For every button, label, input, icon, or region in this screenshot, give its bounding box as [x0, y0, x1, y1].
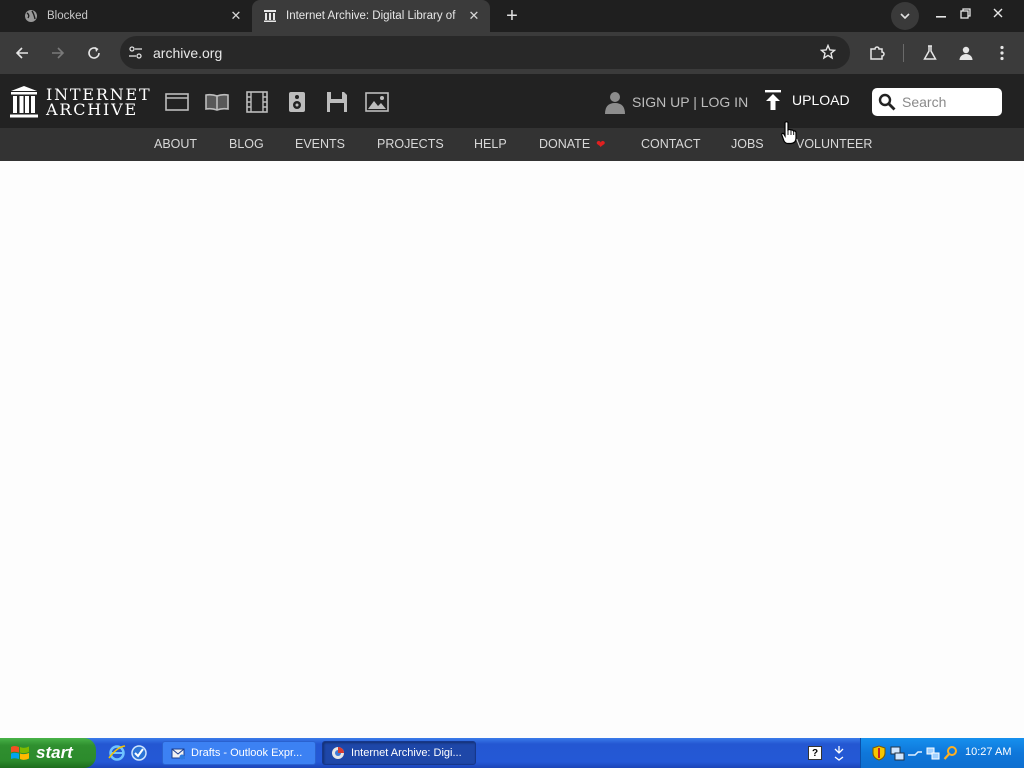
site-info-icon[interactable] [128, 45, 143, 65]
chevron-down-icon [900, 13, 910, 19]
sign-up-login-link[interactable]: SIGN UP | LOG IN [604, 90, 748, 114]
back-button[interactable] [10, 41, 34, 65]
taskbar: start Drafts - Outlook Expr... Internet … [0, 738, 1024, 768]
tab-strip: Blocked ✕ Internet Archive: Digital Libr… [0, 0, 1024, 32]
logo-line-archive: ARCHIVE [46, 100, 138, 119]
new-tab-button[interactable]: + [500, 4, 524, 28]
ia-nav-bar: ABOUT BLOG EVENTS PROJECTS HELP DONATE ❤… [0, 128, 1024, 161]
tab-title: Blocked [47, 10, 88, 22]
extensions-button[interactable] [865, 41, 889, 65]
security-shield-icon[interactable] [871, 745, 887, 761]
language-icon[interactable] [830, 744, 848, 762]
taskbar-item-internet-archive[interactable]: Internet Archive: Digi... [322, 741, 476, 765]
clock: 10:27 AM [965, 746, 1012, 758]
ia-search-box[interactable] [872, 88, 1002, 116]
cable-icon[interactable] [907, 745, 923, 761]
minimize-icon [936, 16, 946, 18]
profile-icon [959, 46, 973, 60]
sign-up-login-label: SIGN UP | LOG IN [632, 94, 749, 110]
kebab-menu-icon [1000, 45, 1004, 61]
tab-title: Internet Archive: Digital Library of [286, 10, 456, 22]
toolbar-divider [903, 44, 904, 62]
browser-toolbar: archive.org [0, 32, 1024, 74]
user-icon [605, 92, 625, 114]
page-content-area [0, 161, 1024, 738]
tab-search-button[interactable] [891, 2, 919, 30]
restore-icon [959, 7, 971, 19]
flask-icon [923, 45, 937, 60]
taskbar-item-label: Drafts - Outlook Expr... [191, 747, 303, 759]
nav-contact[interactable]: CONTACT [641, 137, 701, 151]
outlook-quicklaunch-icon[interactable] [130, 744, 148, 762]
video-icon[interactable] [244, 90, 270, 114]
globe-icon [24, 9, 38, 23]
texts-icon[interactable] [204, 90, 230, 114]
taskbar-item-outlook[interactable]: Drafts - Outlook Expr... [162, 741, 316, 765]
nav-jobs[interactable]: JOBS [731, 137, 764, 151]
ia-logo-text: INTERNET ARCHIVE [46, 87, 151, 119]
upload-icon [765, 90, 781, 110]
system-tray: 10:27 AM [860, 738, 1024, 768]
search-input[interactable] [902, 94, 998, 110]
tab-blocked[interactable]: Blocked ✕ [12, 0, 252, 32]
nav-donate-label: DONATE [539, 137, 591, 151]
nav-blog[interactable]: BLOG [229, 137, 264, 151]
reload-icon [88, 47, 100, 59]
media-type-icons [164, 90, 404, 114]
hand-cursor-icon [781, 121, 797, 145]
profile-button[interactable] [954, 41, 978, 65]
nav-events[interactable]: EVENTS [295, 137, 345, 151]
outlook-drafts-icon [171, 746, 185, 760]
network-icon[interactable] [889, 745, 905, 761]
browser-app-icon [331, 746, 345, 760]
arrow-right-icon [52, 47, 65, 59]
bookmark-star-icon[interactable] [819, 43, 837, 65]
nav-volunteer[interactable]: VOLUNTEER [796, 137, 872, 151]
nav-help[interactable]: HELP [474, 137, 507, 151]
reload-button[interactable] [82, 41, 106, 65]
images-icon[interactable] [364, 90, 390, 114]
close-window-button[interactable] [985, 2, 1011, 24]
taskbar-item-label: Internet Archive: Digi... [351, 747, 462, 759]
start-button[interactable]: start [0, 738, 96, 768]
nav-about[interactable]: ABOUT [154, 137, 197, 151]
archive-building-icon [10, 86, 38, 118]
help-icon[interactable]: ? [808, 746, 822, 760]
menu-button[interactable] [990, 41, 1014, 65]
audio-icon[interactable] [284, 90, 310, 114]
minimize-button[interactable] [928, 2, 954, 24]
url-text[interactable]: archive.org [153, 45, 222, 61]
nav-projects[interactable]: PROJECTS [377, 137, 444, 151]
puzzle-icon [870, 46, 885, 60]
ie-quicklaunch-icon[interactable] [108, 744, 126, 762]
labs-button[interactable] [918, 41, 942, 65]
heart-icon: ❤ [596, 138, 606, 151]
tab-internet-archive[interactable]: Internet Archive: Digital Library of ✕ [252, 0, 490, 32]
start-label: start [36, 743, 73, 762]
search-icon [878, 93, 896, 111]
close-tab-icon[interactable]: ✕ [466, 8, 482, 24]
address-bar[interactable]: archive.org [120, 36, 850, 69]
windows-flag-icon [11, 746, 29, 760]
close-tab-icon[interactable]: ✕ [228, 8, 244, 24]
arrow-left-icon [15, 47, 28, 59]
software-icon[interactable] [324, 90, 350, 114]
forward-button[interactable] [46, 41, 70, 65]
web-icon[interactable] [164, 90, 190, 114]
search-tray-icon[interactable] [943, 745, 959, 761]
archive-icon [263, 9, 277, 23]
ia-logo[interactable]: INTERNET ARCHIVE [10, 86, 151, 118]
nav-donate[interactable]: DONATE ❤ [539, 137, 605, 151]
ia-header: INTERNET ARCHIVE SIGN UP | LOG IN UPLOAD [0, 74, 1024, 128]
upload-label: UPLOAD [792, 92, 850, 108]
connection-icon[interactable] [925, 745, 941, 761]
close-icon [993, 8, 1003, 18]
restore-button[interactable] [952, 2, 978, 24]
upload-button[interactable]: UPLOAD [764, 90, 850, 110]
